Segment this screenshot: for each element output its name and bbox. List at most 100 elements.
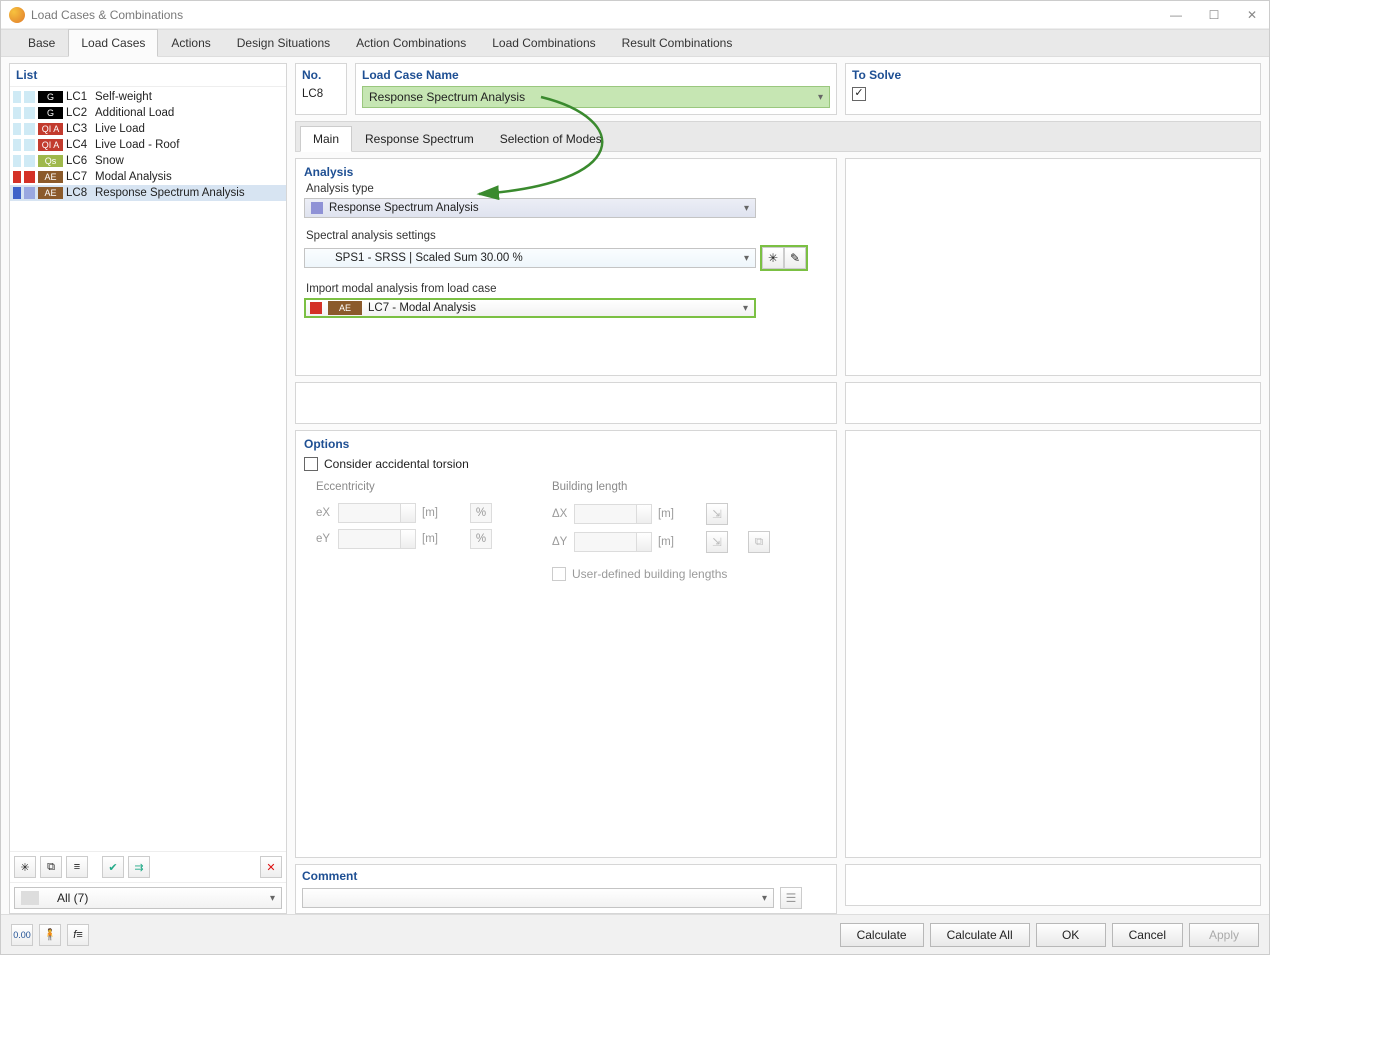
load-case-name-combo[interactable]: Response Spectrum Analysis ▾ [362,86,830,108]
subtab-bar: Main Response Spectrum Selection of Mode… [295,121,1261,152]
top-tabbar: Base Load Cases Actions Design Situation… [1,29,1269,57]
no-header: No. [302,68,340,82]
checkall-icon[interactable]: ⇉ [128,856,150,878]
list-item[interactable]: QsLC6Snow [10,153,286,169]
ex-label: eX [316,507,332,519]
close-button[interactable]: ✕ [1243,8,1261,22]
ok-button[interactable]: OK [1036,923,1106,947]
to-solve-checkbox[interactable]: ✓ [852,87,866,101]
torsion-checkbox[interactable] [304,457,318,471]
dy-pick-icon[interactable]: ⇲ [706,531,728,553]
unit-m: [m] [422,533,438,545]
load-case-name-value: Response Spectrum Analysis [369,90,525,104]
copy-icon[interactable]: ⧉ [40,856,62,878]
list-item[interactable]: AELC8Response Spectrum Analysis [10,185,286,201]
name-header: Load Case Name [362,68,830,82]
sort-icon[interactable]: ≡ [66,856,88,878]
list-item[interactable]: QI ALC3Live Load [10,121,286,137]
dy-input[interactable] [574,532,652,552]
subtab-response-spectrum[interactable]: Response Spectrum [352,126,487,151]
ex-pct-button[interactable]: % [470,503,492,523]
solve-header: To Solve [852,68,1254,82]
calculate-all-button[interactable]: Calculate All [930,923,1030,947]
chevron-down-icon: ▾ [744,203,749,214]
new-spectral-icon[interactable]: ✳ [762,247,784,269]
list-item[interactable]: AELC7Modal Analysis [10,169,286,185]
comment-header: Comment [302,869,830,883]
ey-pct-button[interactable]: % [470,529,492,549]
cancel-button[interactable]: Cancel [1112,923,1183,947]
spectral-settings-value: SPS1 - SRSS | Scaled Sum 30.00 % [335,252,523,264]
apply-button[interactable]: Apply [1189,923,1259,947]
options-header: Options [304,437,828,451]
chevron-down-icon: ▾ [270,893,275,904]
analysis-type-value: Response Spectrum Analysis [329,202,479,214]
tab-action-combinations[interactable]: Action Combinations [343,29,479,56]
check-icon[interactable]: ✔ [102,856,124,878]
chevron-down-icon: ▾ [744,253,749,264]
tab-actions[interactable]: Actions [158,29,223,56]
subtab-selection-of-modes[interactable]: Selection of Modes [487,126,615,151]
spacer-panel-right [845,382,1261,424]
list-filter-combo[interactable]: All (7) ▾ [14,887,282,909]
list-filter-value: All (7) [57,891,88,905]
copy-lengths-icon[interactable]: ⧉ [748,531,770,553]
list-item[interactable]: QI ALC4Live Load - Roof [10,137,286,153]
units-icon[interactable]: 0.00 [11,924,33,946]
building-length-header: Building length [552,481,770,493]
comment-combo[interactable]: ▾ [302,888,774,908]
tab-load-cases[interactable]: Load Cases [68,29,158,57]
function-icon[interactable]: f≡ [67,924,89,946]
minimize-button[interactable]: ― [1167,8,1185,22]
user-defined-checkbox[interactable] [552,567,566,581]
calculate-button[interactable]: Calculate [840,923,924,947]
delete-icon[interactable]: ✕ [260,856,282,878]
maximize-button[interactable]: ☐ [1205,8,1223,22]
options-preview-panel [845,430,1261,858]
window-title: Load Cases & Combinations [31,8,1167,22]
edit-spectral-icon[interactable]: ✎ [784,247,806,269]
modal-tag: AE [328,301,362,315]
titlebar: Load Cases & Combinations ― ☐ ✕ [1,1,1269,29]
spectral-label: Spectral analysis settings [306,230,828,242]
subtab-main[interactable]: Main [300,126,352,152]
analysis-header: Analysis [304,165,828,179]
analysis-preview-panel [845,158,1261,376]
eccentricity-header: Eccentricity [316,481,492,493]
unit-m: [m] [658,536,674,548]
spacer-panel [295,382,837,424]
model-icon[interactable]: 🧍 [39,924,61,946]
tab-result-combinations[interactable]: Result Combinations [609,29,746,56]
tab-base[interactable]: Base [15,29,68,56]
tab-load-combinations[interactable]: Load Combinations [479,29,608,56]
analysis-type-label: Analysis type [306,183,828,195]
new-icon[interactable]: ✳ [14,856,36,878]
dy-label: ΔY [552,536,568,548]
load-case-list[interactable]: GLC1Self-weightGLC2Additional LoadQI ALC… [10,87,286,851]
user-defined-label: User-defined building lengths [572,567,727,581]
app-icon [9,7,25,23]
dx-input[interactable] [574,504,652,524]
chevron-down-icon: ▾ [762,893,767,904]
dx-label: ΔX [552,508,568,520]
ex-input[interactable] [338,503,416,523]
comment-preview-panel [845,864,1261,906]
analysis-type-combo[interactable]: Response Spectrum Analysis ▾ [304,198,756,218]
tab-design-situations[interactable]: Design Situations [224,29,343,56]
list-item[interactable]: GLC1Self-weight [10,89,286,105]
import-modal-combo[interactable]: AE LC7 - Modal Analysis ▾ [304,298,756,318]
ey-label: eY [316,533,332,545]
import-modal-label: Import modal analysis from load case [306,283,828,295]
ey-input[interactable] [338,529,416,549]
dx-pick-icon[interactable]: ⇲ [706,503,728,525]
spectral-settings-combo[interactable]: SPS1 - SRSS | Scaled Sum 30.00 % ▾ [304,248,756,268]
modal-color-swatch [310,302,322,314]
no-value: LC8 [302,88,323,100]
analysis-type-swatch [311,202,323,214]
import-modal-value: LC7 - Modal Analysis [368,302,476,314]
comment-library-icon[interactable]: ☰ [780,887,802,909]
chevron-down-icon: ▾ [818,92,823,103]
list-item[interactable]: GLC2Additional Load [10,105,286,121]
torsion-label: Consider accidental torsion [324,457,469,471]
chevron-down-icon: ▾ [743,303,748,314]
